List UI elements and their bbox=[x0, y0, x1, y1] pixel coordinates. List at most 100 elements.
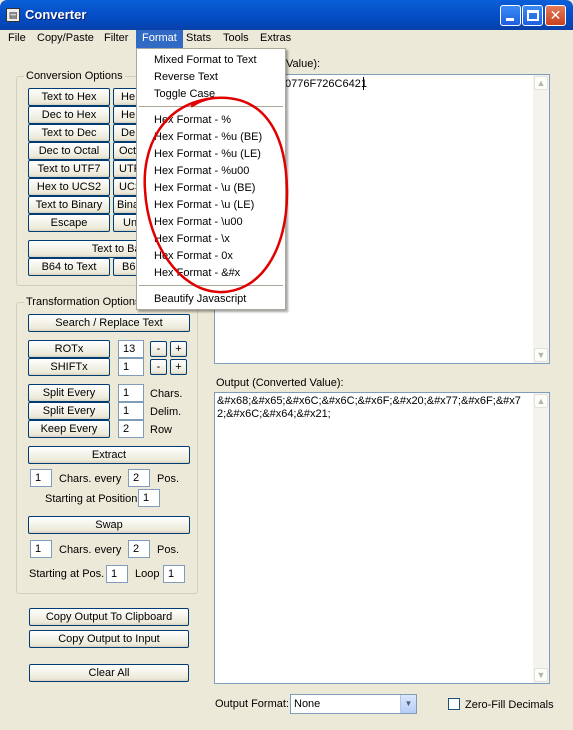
swap-chars-every-label: Chars. every bbox=[59, 544, 122, 556]
starting-at-position-label: Starting at Position bbox=[45, 493, 138, 505]
starting-at-pos-label: Starting at Pos. bbox=[29, 568, 105, 580]
rotx-plus-button[interactable]: + bbox=[170, 341, 187, 357]
input-scrollbar[interactable]: ▲ ▼ bbox=[533, 75, 549, 363]
search-replace-button[interactable]: Search / Replace Text bbox=[28, 314, 190, 332]
close-icon: ✕ bbox=[549, 7, 562, 23]
chars-every-label: Chars. every bbox=[59, 473, 122, 485]
split-every-delim-value[interactable]: 1 bbox=[118, 402, 144, 420]
rotx-value[interactable]: 13 bbox=[118, 340, 144, 358]
rotx-minus-button[interactable]: - bbox=[150, 341, 167, 357]
menu-separator bbox=[139, 285, 283, 286]
text-to-dec-button[interactable]: Text to Dec bbox=[28, 124, 110, 142]
zero-fill-label: Zero-Fill Decimals bbox=[465, 699, 554, 711]
menu-item-hex-entity[interactable]: Hex Format - &#x bbox=[154, 266, 240, 280]
extract-pos-value[interactable]: 2 bbox=[128, 469, 150, 487]
delim-label: Delim. bbox=[150, 406, 182, 418]
scroll-down-icon[interactable]: ▼ bbox=[534, 668, 548, 682]
loop-label: Loop bbox=[135, 568, 160, 580]
menu-item-reverse-text[interactable]: Reverse Text bbox=[154, 70, 218, 84]
text-to-hex-button[interactable]: Text to Hex bbox=[28, 88, 110, 106]
menu-format[interactable]: Format bbox=[136, 30, 183, 48]
zero-fill-checkbox[interactable] bbox=[448, 698, 460, 710]
menu-item-beautify-javascript[interactable]: Beautify Javascript bbox=[154, 292, 246, 306]
scroll-up-icon[interactable]: ▲ bbox=[534, 76, 548, 90]
keep-every-button[interactable]: Keep Every bbox=[28, 420, 110, 438]
output-format-value: None bbox=[294, 698, 321, 710]
copy-output-clipboard-button[interactable]: Copy Output To Clipboard bbox=[29, 608, 189, 626]
format-menu: Mixed Format to Text Reverse Text Toggle… bbox=[136, 48, 286, 310]
output-scrollbar[interactable]: ▲ ▼ bbox=[533, 393, 549, 683]
menu-filter[interactable]: Filter bbox=[98, 30, 134, 48]
menu-item-hex-u-le[interactable]: Hex Format - %u (LE) bbox=[154, 147, 261, 161]
output-label: Output (Converted Value): bbox=[216, 377, 344, 389]
chars-label: Chars. bbox=[150, 388, 183, 400]
extract-button[interactable]: Extract bbox=[28, 446, 190, 464]
output-textarea[interactable]: &#x68;&#x65;&#x6C;&#x6C;&#x6F;&#x20;&#x7… bbox=[214, 392, 550, 684]
conversion-options-title: Conversion Options bbox=[24, 70, 125, 82]
menu-item-mixed-format[interactable]: Mixed Format to Text bbox=[154, 53, 257, 67]
menu-item-toggle-case[interactable]: Toggle Case bbox=[154, 87, 215, 101]
input-label: Value): bbox=[286, 58, 321, 70]
keep-every-value[interactable]: 2 bbox=[118, 420, 144, 438]
b64-to-text-button[interactable]: B64 to Text bbox=[28, 258, 110, 276]
menu-item-hex-0x[interactable]: Hex Format - 0x bbox=[154, 249, 233, 263]
menu-bar: File Copy/Paste Filter Format Stats Tool… bbox=[0, 30, 573, 48]
shiftx-value[interactable]: 1 bbox=[118, 358, 144, 376]
shiftx-minus-button[interactable]: - bbox=[150, 359, 167, 375]
output-format-label: Output Format: bbox=[215, 698, 289, 710]
maximize-button[interactable] bbox=[522, 5, 543, 26]
split-every-chars-button[interactable]: Split Every bbox=[28, 384, 110, 402]
shiftx-plus-button[interactable]: + bbox=[170, 359, 187, 375]
scroll-down-icon[interactable]: ▼ bbox=[534, 348, 548, 362]
menu-item-hex-backslash-x[interactable]: Hex Format - \x bbox=[154, 232, 230, 246]
clear-all-button[interactable]: Clear All bbox=[29, 664, 189, 682]
menu-item-hex-backslash-u-be[interactable]: Hex Format - \u (BE) bbox=[154, 181, 255, 195]
dropdown-arrow-icon[interactable]: ▼ bbox=[400, 695, 416, 713]
split-every-delim-button[interactable]: Split Every bbox=[28, 402, 110, 420]
minimize-button[interactable] bbox=[500, 5, 521, 26]
pos-label: Pos. bbox=[157, 473, 180, 485]
swap-button[interactable]: Swap bbox=[28, 516, 190, 534]
menu-item-hex-backslash-u-le[interactable]: Hex Format - \u (LE) bbox=[154, 198, 254, 212]
close-button[interactable]: ✕ bbox=[545, 5, 566, 26]
row-label: Row bbox=[150, 424, 173, 436]
menu-item-hex-u-be[interactable]: Hex Format - %u (BE) bbox=[154, 130, 262, 144]
output-text: &#x68;&#x65;&#x6C;&#x6C;&#x6F;&#x20;&#x7… bbox=[217, 395, 521, 420]
extract-chars-value[interactable]: 1 bbox=[30, 469, 52, 487]
minimize-icon bbox=[506, 18, 514, 21]
input-text: 0776F726C6421 bbox=[285, 78, 367, 90]
menu-copy-paste[interactable]: Copy/Paste bbox=[31, 30, 100, 48]
menu-extras[interactable]: Extras bbox=[254, 30, 297, 48]
menu-tools[interactable]: Tools bbox=[217, 30, 255, 48]
start-position-value[interactable]: 1 bbox=[138, 489, 160, 507]
window-title: Converter bbox=[25, 7, 87, 22]
output-format-select[interactable]: None ▼ bbox=[290, 694, 417, 714]
dec-to-hex-button[interactable]: Dec to Hex bbox=[28, 106, 110, 124]
app-icon: ▤ bbox=[6, 8, 20, 22]
menu-item-hex-u00[interactable]: Hex Format - %u00 bbox=[154, 164, 249, 178]
transformation-options-title: Transformation Options bbox=[24, 296, 143, 308]
dec-to-octal-button[interactable]: Dec to Octal bbox=[28, 142, 110, 160]
hex-to-ucs2-button[interactable]: Hex to UCS2 bbox=[28, 178, 110, 196]
copy-output-to-input-button[interactable]: Copy Output to Input bbox=[29, 630, 189, 648]
text-cursor bbox=[363, 77, 364, 90]
split-every-chars-value[interactable]: 1 bbox=[118, 384, 144, 402]
shiftx-button[interactable]: SHIFTx bbox=[28, 358, 110, 376]
escape-button[interactable]: Escape bbox=[28, 214, 110, 232]
loop-value[interactable]: 1 bbox=[163, 565, 185, 583]
text-to-utf7-button[interactable]: Text to UTF7 bbox=[28, 160, 110, 178]
menu-file[interactable]: File bbox=[2, 30, 32, 48]
swap-start-value[interactable]: 1 bbox=[106, 565, 128, 583]
menu-separator bbox=[139, 106, 283, 107]
maximize-icon bbox=[527, 10, 539, 21]
swap-pos-value[interactable]: 2 bbox=[128, 540, 150, 558]
scroll-up-icon[interactable]: ▲ bbox=[534, 394, 548, 408]
rotx-button[interactable]: ROTx bbox=[28, 340, 110, 358]
menu-stats[interactable]: Stats bbox=[180, 30, 217, 48]
text-to-binary-button[interactable]: Text to Binary bbox=[28, 196, 110, 214]
menu-item-hex-percent[interactable]: Hex Format - % bbox=[154, 113, 231, 127]
menu-item-hex-backslash-u00[interactable]: Hex Format - \u00 bbox=[154, 215, 243, 229]
swap-pos-label: Pos. bbox=[157, 544, 180, 556]
swap-chars-value[interactable]: 1 bbox=[30, 540, 52, 558]
title-bar[interactable]: ▤ Converter ✕ bbox=[0, 0, 573, 30]
